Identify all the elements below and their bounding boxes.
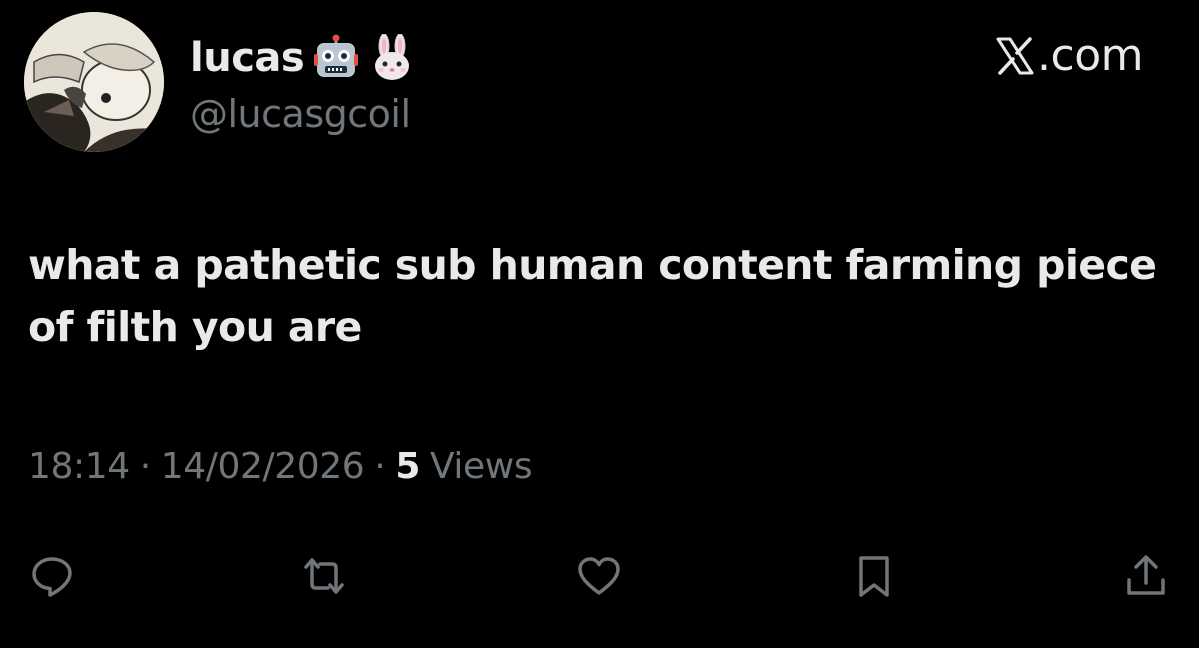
tweet-meta: 18:14 · 14/02/2026 · 5 Views xyxy=(28,446,533,487)
retweet-button[interactable] xyxy=(296,548,352,604)
reply-icon xyxy=(32,557,72,597)
tweet-time[interactable]: 18:14 xyxy=(28,446,130,487)
rabbit-emoji-icon xyxy=(368,33,416,82)
avatar-image xyxy=(24,12,164,152)
robot-emoji-icon xyxy=(312,34,360,82)
site-domain-label: .com xyxy=(1037,30,1143,81)
meta-separator: · xyxy=(139,446,151,487)
views-count: 5 xyxy=(395,446,420,487)
reply-button[interactable] xyxy=(24,548,80,604)
x-logo-icon xyxy=(995,36,1035,76)
like-button[interactable] xyxy=(571,548,627,604)
meta-separator: · xyxy=(374,446,386,487)
tweet-date[interactable]: 14/02/2026 xyxy=(161,446,365,487)
tweet-card: lucas @lucasgcoil .com what a pathetic s… xyxy=(0,0,1199,648)
views-label: Views xyxy=(430,446,533,487)
share-button[interactable] xyxy=(1118,548,1174,604)
author-handle[interactable]: @lucasgcoil xyxy=(190,92,411,136)
tweet-text: what a pathetic sub human content farmin… xyxy=(28,241,1157,351)
site-label[interactable]: .com xyxy=(995,30,1143,81)
tweet-actions xyxy=(0,548,1199,604)
author-name-row: lucas xyxy=(190,30,416,86)
like-icon xyxy=(578,557,620,595)
display-name[interactable]: lucas xyxy=(190,35,305,81)
avatar[interactable] xyxy=(24,12,164,152)
retweet-icon xyxy=(304,558,344,594)
bookmark-icon xyxy=(859,556,889,597)
share-icon xyxy=(1127,555,1165,595)
bookmark-button[interactable] xyxy=(846,548,902,604)
